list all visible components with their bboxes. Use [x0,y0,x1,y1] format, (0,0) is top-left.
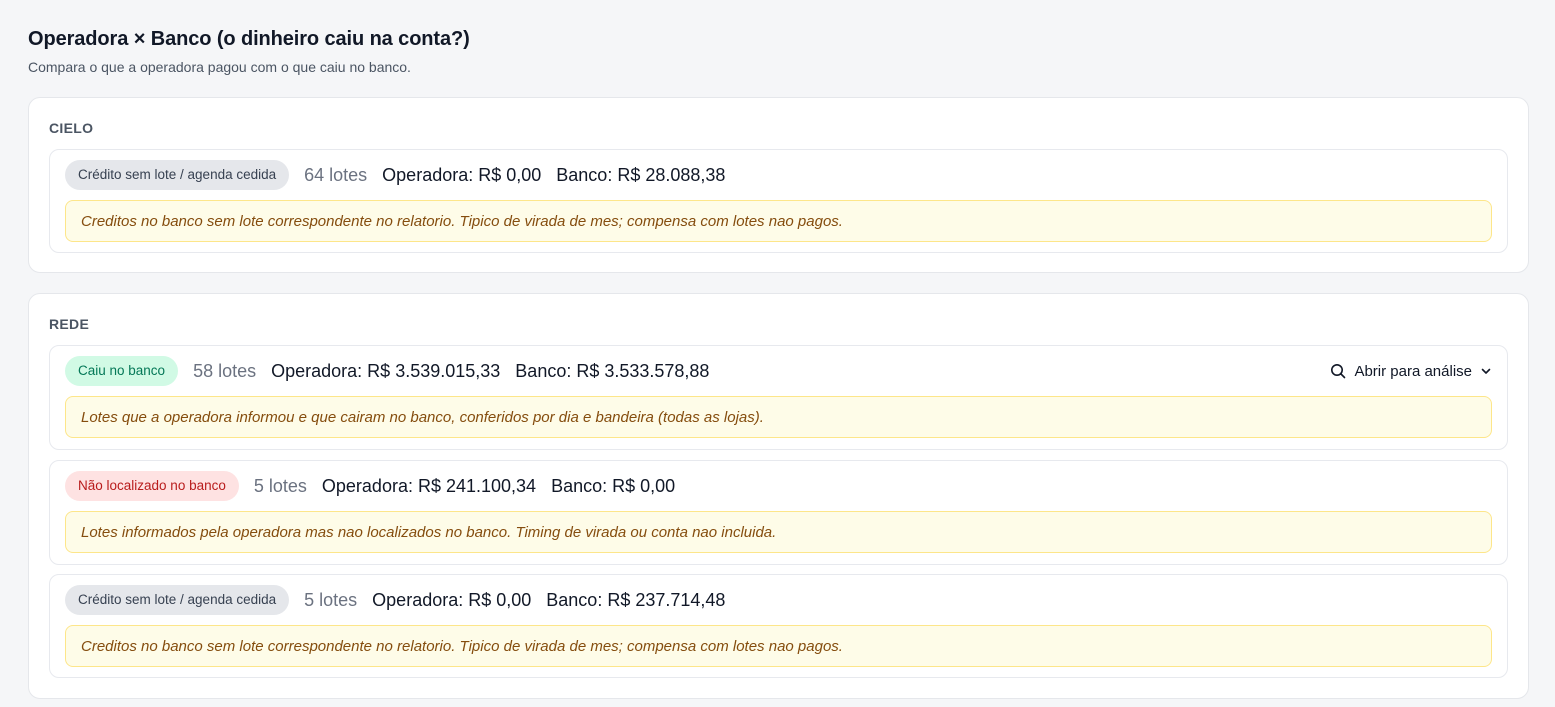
chevron-down-icon [1480,365,1492,377]
lotes-count: 5 lotes [304,589,358,610]
operadora-amount: Operadora: R$ 241.100,34 [321,475,537,496]
status-row-credito-sem-lote: Crédito sem lote / agenda cedida 64 lote… [49,149,1508,253]
row-note: Lotes informados pela operadora mas nao … [65,511,1492,553]
lotes-count: 58 lotes [193,360,257,381]
banco-amount: Banco: R$ 237.714,48 [546,589,726,610]
banco-amount: Banco: R$ 3.533.578,88 [515,360,710,381]
banco-amount: Banco: R$ 28.088,38 [556,164,726,185]
open-analysis-button[interactable]: Abrir para análise [1330,363,1492,380]
status-badge: Caiu no banco [65,356,179,386]
status-badge: Crédito sem lote / agenda cedida [65,585,290,615]
reconciliation-page: Operadora × Banco (o dinheiro caiu na co… [0,0,1555,707]
status-badge: Crédito sem lote / agenda cedida [65,160,290,190]
status-row-nao-localizado: Não localizado no banco 5 lotes Operador… [49,460,1508,565]
status-badge: Não localizado no banco [65,471,239,501]
lotes-count: 64 lotes [304,164,368,185]
status-row-credito-sem-lote: Crédito sem lote / agenda cedida 5 lotes… [49,574,1508,678]
status-row-caiu-no-banco: Caiu no banco 58 lotes Operadora: R$ 3.5… [49,345,1508,450]
row-note: Creditos no banco sem lote correspondent… [65,200,1492,242]
operadora-amount: Operadora: R$ 0,00 [382,164,542,185]
group-title: CIELO [49,120,94,136]
operadora-amount: Operadora: R$ 3.539.015,33 [271,360,501,381]
group-title: REDE [49,316,90,332]
row-note: Creditos no banco sem lote correspondent… [65,625,1492,667]
open-analysis-label: Abrir para análise [1354,362,1472,380]
row-note: Lotes que a operadora informou e que cai… [65,396,1492,438]
search-icon [1330,363,1346,379]
banco-amount: Banco: R$ 0,00 [551,475,676,496]
group-card-cielo: CIELO Crédito sem lote / agenda cedida 6… [28,97,1529,273]
operadora-amount: Operadora: R$ 0,00 [372,589,532,610]
group-card-rede: REDE Caiu no banco 58 lotes Operadora: R… [28,293,1529,699]
page-subtitle: Compara o que a operadora pagou com o qu… [28,59,411,75]
lotes-count: 5 lotes [253,475,307,496]
page-title: Operadora × Banco (o dinheiro caiu na co… [28,28,470,50]
